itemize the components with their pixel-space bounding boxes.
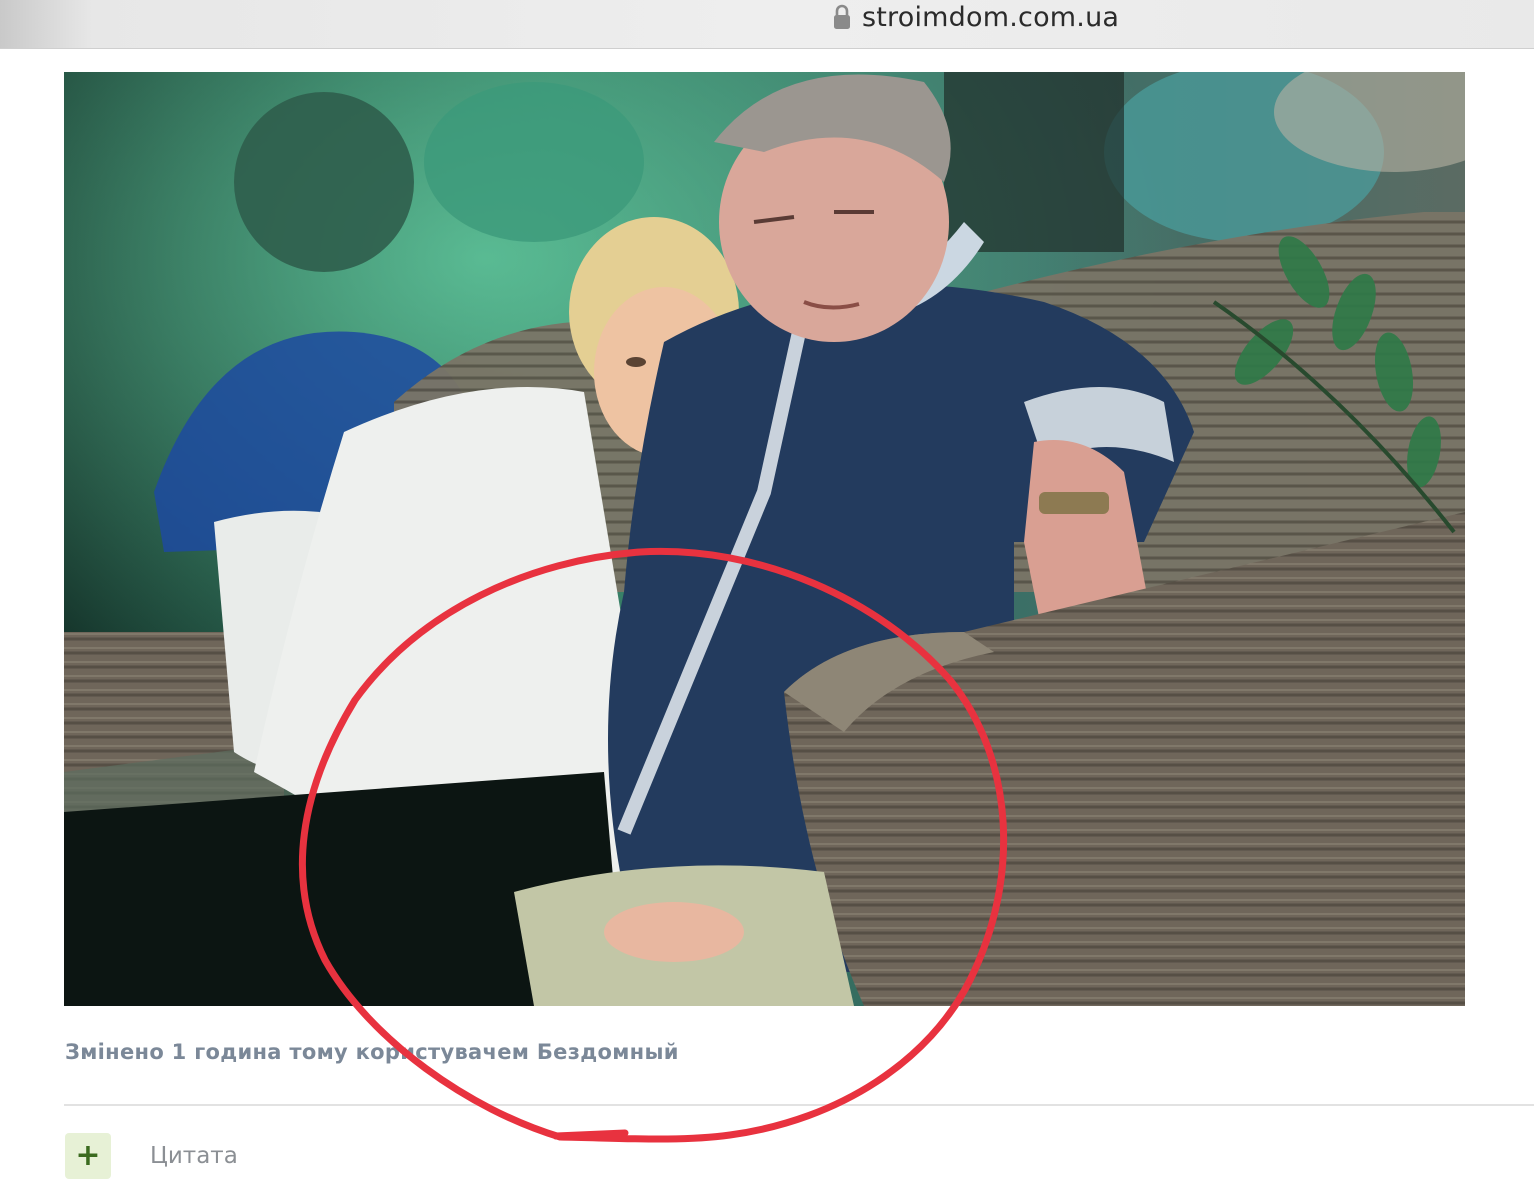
browser-address-bar[interactable]: stroimdom.com.ua bbox=[0, 0, 1534, 49]
url-text: stroimdom.com.ua bbox=[862, 1, 1120, 33]
quote-link[interactable]: Цитата bbox=[150, 1143, 238, 1169]
photo-illustration bbox=[64, 72, 1465, 1006]
add-quote-button[interactable]: + bbox=[65, 1133, 111, 1179]
lock-icon bbox=[834, 4, 850, 29]
url-field[interactable]: stroimdom.com.ua bbox=[832, 0, 1119, 34]
post-photo bbox=[64, 72, 1465, 1006]
screenshot-stage: stroimdom.com.ua Змінено 1 година тому к… bbox=[0, 0, 1534, 1194]
plus-icon: + bbox=[75, 1138, 101, 1173]
post-divider bbox=[64, 1104, 1534, 1106]
edited-by-note: Змінено 1 година тому користувачем Бездо… bbox=[65, 1040, 679, 1064]
